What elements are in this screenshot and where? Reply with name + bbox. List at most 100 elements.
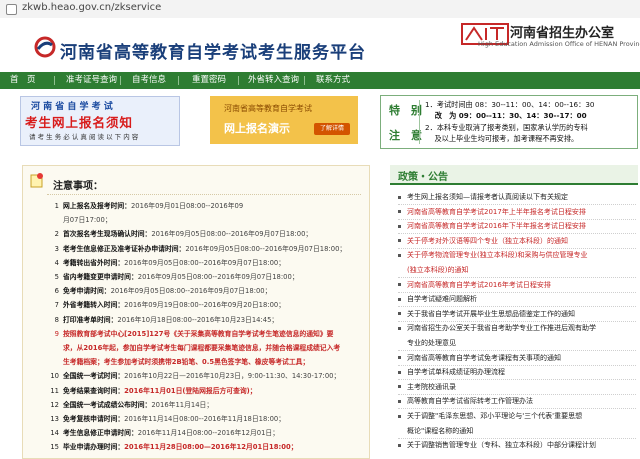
bullet-icon [398,224,401,228]
note-row: 8 打印准考单时间：2016年10月18日08:00--2016年10月23日14… [47,314,279,324]
nav-item-reset-password[interactable]: 重置密码 [192,72,226,89]
news-item-text[interactable]: 关于停考物流管理专业(独立本科段)和采购与供应管理专业 [407,251,587,259]
news-separator [398,306,636,308]
news-item-text[interactable]: 高等教育自学考试省际转考工作管理办法 [407,397,533,405]
news-item-text[interactable]: 自学考试单科成绩证明办理流程 [407,368,505,376]
news-item[interactable]: 关于停考对外汉语等四个专业（独立本科段）的通知 [398,236,636,246]
note-value: 2016年11月14日； [151,400,214,409]
news-item[interactable]: 河南省高等教育自学考试免考课程有关事项的通知 [398,353,636,363]
news-item[interactable]: 主考院校通讯录 [398,382,636,392]
news-item[interactable]: 考生网上报名须知—请报考者认真阅读以下有关规定 [398,192,636,202]
news-item-text[interactable]: 河南省高等教育自学考试2016年下半年报名考试日程安排 [407,222,586,230]
note-label: 免考复核申请时间： [63,415,125,423]
nav-item-exam-info[interactable]: 自考信息 [132,72,166,89]
news-item[interactable]: 概论"课程名称的通知 [398,426,636,436]
news-item-text[interactable]: 关于停考对外汉语等四个专业（独立本科段）的通知 [407,237,568,245]
news-item-text[interactable]: 关于调整销售管理专业（专科、独立本科段）中部分课程计划 [407,441,596,449]
bullet-icon [398,195,401,199]
note-value: 2016年11月28日08:00—2016年12月01日18:00； [124,443,298,452]
nav-item-transfer-query[interactable]: 外省转入查询 [248,72,299,89]
news-item-text[interactable]: 河南省招生办公室关于我省自考助学专业工作推进后观有助学 [407,324,596,332]
note-value: 2016年11月14日08:00--2016年11月18日18:00； [124,415,286,423]
note-label: 生考籍档案；考生参加考试时须携带2B铅笔、0.5黑色签字笔、橡皮等考试工具； [63,358,310,367]
notice-line: 2．本科专业取消了报考类别，国家承认学历的专科 [425,123,588,132]
news-item-text[interactable]: 关于我省自学考试开展毕业生思想品德鉴定工作的通知 [407,310,575,318]
note-row: 求，从2016年起，参加自学考试考生每门课程都要采集笔迹信息，并随合格课程成绩记… [47,342,340,352]
note-label: 打印准考单时间： [63,315,118,324]
note-row: 5 省内考籍变更申请时间：2016年09月05日08:00--2016年09月07… [47,271,299,281]
news-item[interactable]: (独立本科段)的通知 [398,265,636,275]
news-separator [398,379,636,381]
logo-icon [34,36,56,58]
news-item-text[interactable]: 概论"课程名称的通知 [407,427,473,435]
note-row: 13 免考复核申请时间：2016年11月14日08:00--2016年11月18日… [47,413,285,423]
news-item[interactable]: 专业的处理意见 [398,338,636,348]
news-item-text[interactable]: 河南省高等教育自学考试2017年上半年报名考试日程安排 [407,208,586,216]
news-item[interactable]: 关于调整销售管理专业（专科、独立本科段）中部分课程计划 [398,440,636,450]
bullet-icon [398,370,401,374]
news-item-text[interactable]: 河南省高等教育自学考试免考课程有关事项的通知 [407,354,561,362]
note-value: 2016年09月05日08:00--2016年09月07日18:00； [110,287,272,296]
nav-separator [54,76,55,85]
news-item[interactable]: 河南省高等教育自学考试2017年上半年报名考试日程安排 [398,207,636,217]
nav-item-contact[interactable]: 联系方式 [316,72,350,89]
nav-separator [238,76,239,85]
news-separator [398,204,636,205]
registration-notice-banner[interactable]: 河 南 省 自 学 考 试 考生网上报名须知 请 考 生 务 必 认 真 阅 读… [20,96,180,146]
note-row: 3 老考生信息修正及准考证补办申请时间：2016年09月05日08:00--201… [47,243,347,253]
news-item[interactable]: 关于停考物流管理专业(独立本科段)和采购与供应管理专业 [398,250,636,260]
news-item[interactable]: 自学考试疑难问题解析 [398,294,636,304]
news-item[interactable]: 关于我省自学考试开展毕业生思想品德鉴定工作的通知 [398,309,636,319]
nav-item-home[interactable]: 首 页 [10,72,36,89]
note-row: 12 全国统一考试成绩公布时间：2016年11月14日； [47,399,213,409]
note-row: 7 外省考籍转入时间：2016年09月19日08:00--2016年09月20日1… [47,299,285,309]
registration-demo-banner[interactable]: 河南省高等教育自学考试 网上报名演示 了解详情 [210,96,358,144]
note-number: 12 [50,400,59,409]
news-separator [398,277,636,278]
news-item-text[interactable]: 关于调整"毛泽东思想、邓小平理论与'三个代表'重要思想 [407,412,582,420]
banner-province-line: 河 南 省 自 学 考 试 [31,102,113,112]
note-label: 首次报名考生现场确认时间： [63,230,152,239]
nav-separator [304,76,305,85]
bullet-icon [398,239,401,243]
note-number: 10 [50,372,59,381]
note-number: 5 [54,273,59,281]
nav-item-ticket-query[interactable]: 准考证号查询 [66,72,117,89]
note-row: 月07日17:00； [47,214,112,224]
news-separator [398,247,636,249]
news-item[interactable]: 河南省高等教育自学考试2016年考试日程安排 [398,280,636,290]
news-item-text[interactable]: 专业的处理意见 [407,339,456,347]
bullet-icon [398,283,401,287]
news-separator [398,408,636,410]
note-number: 14 [50,429,59,438]
note-value: 2016年09月05日08:00--2016年09月07日18:00； [137,273,299,281]
news-item-text[interactable]: 自学考试疑难问题解析 [407,295,477,303]
news-item-text[interactable]: 主考院校通讯录 [407,383,456,391]
note-label: 省内考籍变更申请时间： [63,273,138,281]
bullet-icon [398,253,401,257]
note-label: 免考结果查询时间： [63,386,125,395]
news-item[interactable]: 关于调整"毛泽东思想、邓小平理论与'三个代表'重要思想 [398,411,636,421]
note-label: 求，从2016年起，参加自学考试考生每门课程都要采集笔迹信息，并随合格课程成绩记… [63,344,341,352]
site-title[interactable]: 河南省高等教育自学考试考生服务平台 [60,38,366,63]
note-value: 2016年09月05日08:00--2016年09月07日18:00； [185,244,347,253]
office-english-name: High Education Admission Office of HENAN… [478,40,640,48]
bullet-icon [398,385,401,389]
note-value: 2016年09月05日08:00--2016年09月07日18:00； [124,258,286,267]
news-item[interactable]: 自学考试单科成绩证明办理流程 [398,367,636,377]
news-item[interactable]: 高等教育自学考试省际转考工作管理办法 [398,396,636,406]
news-item-text[interactable]: 河南省高等教育自学考试2016年考试日程安排 [407,281,551,289]
news-item[interactable]: 河南省高等教育自学考试2016年下半年报名考试日程安排 [398,221,636,231]
news-item-text[interactable]: (独立本科段)的通知 [407,266,468,274]
news-separator [398,233,636,235]
news-separator [398,364,636,366]
browser-address-bar[interactable]: zkwb.heao.gov.cn/zkservice [0,0,640,19]
url-text[interactable]: zkwb.heao.gov.cn/zkservice [22,2,161,13]
learn-more-button[interactable]: 了解详情 [314,123,350,135]
note-label: 老考生信息修正及准考证补办申请时间： [63,244,186,253]
note-value: 2016年09月05日08:00--2016年09月07日18:00； [151,230,313,239]
news-item[interactable]: 河南省招生办公室关于我省自考助学专业工作推进后观有助学 [398,323,636,333]
news-item-text[interactable]: 考生网上报名须知—请报考者认真阅读以下有关规定 [407,193,568,201]
note-row: 2 首次报名考生现场确认时间：2016年09月05日08:00--2016年09月… [47,228,313,239]
news-separator [398,218,636,220]
